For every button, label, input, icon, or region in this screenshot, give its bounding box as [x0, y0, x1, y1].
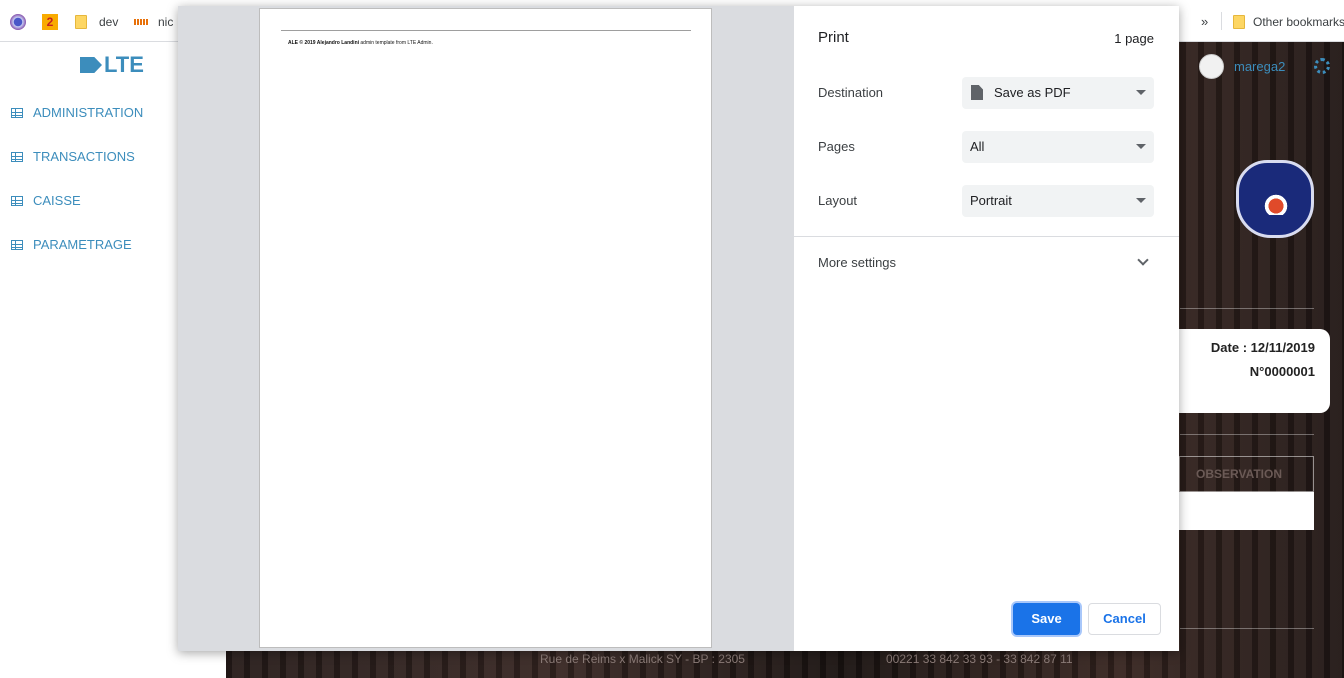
sidebar-item-label: CAISSE: [33, 193, 81, 208]
dropdown-caret-icon: [1136, 198, 1146, 203]
print-settings-panel: Print 1 page Destination Save as PDF Pag…: [794, 6, 1179, 651]
bookmark-nic[interactable]: nic: [134, 13, 173, 31]
print-preview-area: ALE © 2019 Alejandro Landini admin templ…: [178, 6, 794, 651]
other-bookmarks-label: Other bookmarks: [1253, 15, 1344, 29]
sidebar-item-parametrage[interactable]: PARAMETRAGE: [11, 237, 132, 252]
chevron-down-icon[interactable]: [1137, 254, 1149, 266]
cancel-button[interactable]: Cancel: [1088, 603, 1161, 635]
layout-select[interactable]: Portrait: [962, 185, 1154, 217]
page-count: 1 page: [1114, 31, 1154, 46]
sidebar-item-label: ADMINISTRATION: [33, 105, 144, 120]
dropdown-caret-icon: [1136, 90, 1146, 95]
pages-select[interactable]: All: [962, 131, 1154, 163]
table-icon: [11, 151, 23, 162]
dialog-title: Print: [818, 29, 849, 46]
document-info-card: Date : 12/11/2019 N°0000001: [1179, 329, 1330, 413]
user-name[interactable]: marega2: [1234, 59, 1285, 74]
preview-rule: [281, 30, 691, 31]
sidebar-item-administration[interactable]: ADMINISTRATION: [11, 105, 143, 120]
bookmarks-separator: [1221, 12, 1222, 30]
document-number: N°0000001: [1249, 364, 1315, 379]
app-logo[interactable]: LTE: [80, 52, 144, 78]
tag-icon: [80, 57, 102, 73]
table-row: [1179, 492, 1314, 530]
divider: [1180, 628, 1314, 629]
bookmark-2[interactable]: 2: [42, 13, 58, 31]
pages-value: All: [970, 139, 985, 154]
folder-icon: [75, 15, 87, 29]
footer-phones: 00221 33 842 33 93 - 33 842 87 11: [886, 652, 1073, 666]
double-chevron-icon: »: [1201, 14, 1209, 29]
layout-label: Layout: [818, 193, 858, 208]
cogs-icon[interactable]: [1314, 58, 1330, 74]
dropdown-caret-icon: [1136, 144, 1146, 149]
avatar[interactable]: [1199, 54, 1224, 79]
bookmark-label: dev: [99, 15, 119, 29]
table-icon: [11, 107, 23, 118]
layout-value: Portrait: [970, 193, 1012, 208]
sidebar-item-transactions[interactable]: TRANSACTIONS: [11, 149, 135, 164]
folder-icon: [1233, 15, 1245, 29]
other-bookmarks[interactable]: Other bookmarks: [1233, 13, 1344, 31]
bookmark-extension[interactable]: [10, 13, 26, 31]
bookmark-label: nic: [158, 15, 174, 29]
sidebar-item-caisse[interactable]: CAISSE: [11, 193, 81, 208]
bars-icon: [134, 19, 148, 25]
table-header-observation: OBSERVATION: [1196, 467, 1283, 481]
bookmark-2-icon: 2: [42, 14, 58, 30]
extension-icon: [10, 14, 26, 30]
more-settings-toggle[interactable]: More settings: [818, 255, 896, 270]
print-preview-page: ALE © 2019 Alejandro Landini admin templ…: [259, 8, 712, 648]
destination-label: Destination: [818, 85, 884, 100]
footer-address: Rue de Reims x Malick SY - BP : 2305: [540, 652, 745, 666]
institution-seal: [1236, 160, 1314, 238]
bookmark-dev[interactable]: dev: [75, 13, 118, 31]
pages-label: Pages: [818, 139, 855, 154]
document-date: Date : 12/11/2019: [1210, 340, 1315, 355]
more-bookmarks-button[interactable]: »: [1201, 13, 1208, 31]
preview-footer-text: ALE © 2019 Alejandro Landini admin templ…: [288, 40, 433, 46]
table-icon: [11, 195, 23, 206]
divider: [1180, 434, 1314, 435]
settings-divider: [794, 236, 1179, 237]
table-icon: [11, 239, 23, 250]
save-button[interactable]: Save: [1013, 603, 1080, 635]
destination-select[interactable]: Save as PDF: [962, 77, 1154, 109]
preview-footer-rest: admin template from LTE Admin.: [359, 40, 433, 46]
divider: [1180, 308, 1314, 309]
document-icon: [971, 85, 983, 100]
print-dialog: ALE © 2019 Alejandro Landini admin templ…: [178, 6, 1179, 651]
sidebar-item-label: PARAMETRAGE: [33, 237, 132, 252]
preview-footer-bold: ALE © 2019 Alejandro Landini: [288, 40, 360, 46]
sidebar-item-label: TRANSACTIONS: [33, 149, 135, 164]
destination-value: Save as PDF: [994, 85, 1071, 100]
logo-text: LTE: [104, 52, 144, 77]
